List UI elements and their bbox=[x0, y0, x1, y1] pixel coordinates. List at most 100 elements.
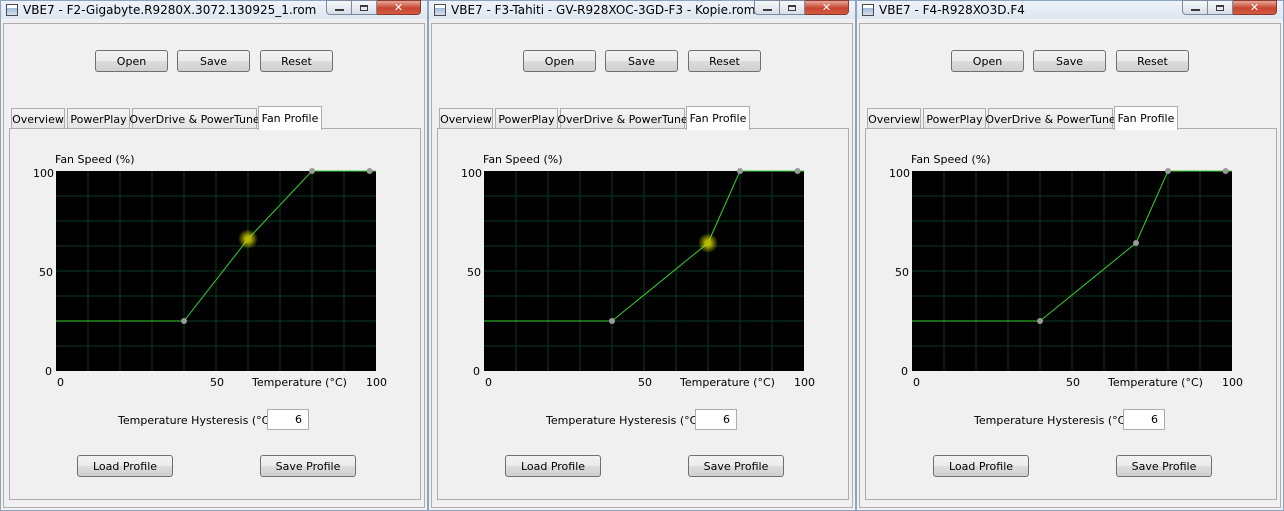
save-button[interactable]: Save bbox=[1033, 50, 1106, 72]
tab-overview[interactable]: Overview bbox=[439, 108, 493, 129]
selected-point-handle[interactable] bbox=[705, 240, 711, 246]
reset-button[interactable]: Reset bbox=[688, 50, 761, 72]
title-bar[interactable]: VBE7 - F3-Tahiti - GV-R928XOC-3GD-F3 - K… bbox=[429, 0, 855, 19]
title-bar[interactable]: VBE7 - F2-Gigabyte.R9280X.3072.130925_1.… bbox=[1, 0, 427, 19]
y-tick-label: 50 bbox=[895, 266, 909, 279]
curve-point-handle[interactable] bbox=[1165, 168, 1171, 174]
maximize-icon bbox=[788, 4, 796, 11]
caption-buttons: ✕ bbox=[1182, 0, 1277, 16]
close-icon: ✕ bbox=[1249, 1, 1260, 14]
x-tick-label: 50 bbox=[210, 376, 224, 389]
curve-point-handle[interactable] bbox=[737, 168, 743, 174]
load-profile-button[interactable]: Load Profile bbox=[933, 455, 1029, 477]
hysteresis-input[interactable] bbox=[267, 409, 309, 430]
save-profile-button[interactable]: Save Profile bbox=[688, 455, 784, 477]
minimize-icon bbox=[1190, 8, 1200, 11]
y-tick-label: 100 bbox=[889, 167, 910, 180]
title-bar[interactable]: VBE7 - F4-R928XO3D.F4 ✕ bbox=[857, 0, 1283, 19]
curve-point-handle[interactable] bbox=[1133, 240, 1139, 246]
x-tick-label: 100 bbox=[366, 376, 387, 389]
minimize-icon bbox=[334, 8, 344, 11]
curve-point-handle[interactable] bbox=[181, 318, 187, 324]
hysteresis-label: Temperature Hysteresis (°C) bbox=[118, 414, 274, 427]
save-profile-button[interactable]: Save Profile bbox=[260, 455, 356, 477]
reset-button[interactable]: Reset bbox=[260, 50, 333, 72]
x-tick-label: 50 bbox=[1066, 376, 1080, 389]
caption-buttons: ✕ bbox=[326, 0, 421, 16]
maximize-icon bbox=[360, 4, 368, 11]
hysteresis-label: Temperature Hysteresis (°C) bbox=[974, 414, 1130, 427]
maximize-button[interactable] bbox=[352, 0, 377, 15]
fan-curve-chart[interactable] bbox=[484, 168, 804, 371]
vbe7-window-1: VBE7 - F2-Gigabyte.R9280X.3072.130925_1.… bbox=[0, 0, 428, 511]
x-tick-label: 0 bbox=[57, 376, 64, 389]
reset-button[interactable]: Reset bbox=[1116, 50, 1189, 72]
close-button[interactable]: ✕ bbox=[377, 0, 421, 15]
tab-fan-profile[interactable]: Fan Profile bbox=[1114, 106, 1178, 130]
x-tick-label: 0 bbox=[913, 376, 920, 389]
close-icon: ✕ bbox=[821, 1, 832, 14]
x-axis-label: Temperature (°C) bbox=[1108, 376, 1203, 389]
close-button[interactable]: ✕ bbox=[805, 0, 849, 15]
minimize-icon bbox=[762, 8, 772, 11]
curve-point-handle[interactable] bbox=[1222, 168, 1229, 174]
window-title: VBE7 - F2-Gigabyte.R9280X.3072.130925_1.… bbox=[23, 3, 317, 17]
x-tick-label: 100 bbox=[1222, 376, 1243, 389]
save-button[interactable]: Save bbox=[605, 50, 678, 72]
selected-point-handle[interactable] bbox=[245, 236, 251, 242]
tab-overdrive-powertune[interactable]: OverDrive & PowerTune bbox=[985, 108, 1116, 129]
tab-overdrive-powertune[interactable]: OverDrive & PowerTune bbox=[557, 108, 688, 129]
curve-point-handle[interactable] bbox=[366, 168, 373, 174]
save-button[interactable]: Save bbox=[177, 50, 250, 72]
save-profile-button[interactable]: Save Profile bbox=[1116, 455, 1212, 477]
tab-fan-profile[interactable]: Fan Profile bbox=[258, 106, 322, 130]
app-icon bbox=[6, 4, 18, 16]
open-button[interactable]: Open bbox=[523, 50, 596, 72]
minimize-button[interactable] bbox=[754, 0, 780, 15]
y-axis-label: Fan Speed (%) bbox=[911, 153, 991, 166]
minimize-button[interactable] bbox=[1182, 0, 1208, 15]
app-icon bbox=[434, 4, 446, 16]
maximize-icon bbox=[1216, 4, 1224, 11]
open-button[interactable]: Open bbox=[951, 50, 1024, 72]
y-tick-label: 50 bbox=[39, 266, 53, 279]
x-axis-label: Temperature (°C) bbox=[252, 376, 347, 389]
vbe7-window-2: VBE7 - F3-Tahiti - GV-R928XOC-3GD-F3 - K… bbox=[428, 0, 856, 511]
minimize-button[interactable] bbox=[326, 0, 352, 15]
x-tick-label: 100 bbox=[794, 376, 815, 389]
caption-buttons: ✕ bbox=[754, 0, 849, 16]
y-axis-label: Fan Speed (%) bbox=[483, 153, 563, 166]
tab-powerplay[interactable]: PowerPlay bbox=[495, 108, 558, 129]
load-profile-button[interactable]: Load Profile bbox=[77, 455, 173, 477]
hysteresis-label: Temperature Hysteresis (°C) bbox=[546, 414, 702, 427]
y-tick-label: 0 bbox=[901, 365, 908, 378]
tab-overview[interactable]: Overview bbox=[11, 108, 65, 129]
hysteresis-input[interactable] bbox=[1123, 409, 1165, 430]
curve-point-handle[interactable] bbox=[794, 168, 801, 174]
window-title: VBE7 - F3-Tahiti - GV-R928XOC-3GD-F3 - K… bbox=[451, 3, 756, 17]
tab-overdrive-powertune[interactable]: OverDrive & PowerTune bbox=[129, 108, 260, 129]
tab-powerplay[interactable]: PowerPlay bbox=[923, 108, 986, 129]
app-icon bbox=[862, 4, 874, 16]
close-icon: ✕ bbox=[393, 1, 404, 14]
tab-overview[interactable]: Overview bbox=[867, 108, 921, 129]
fan-curve-chart[interactable] bbox=[56, 168, 376, 371]
hysteresis-input[interactable] bbox=[695, 409, 737, 430]
y-tick-label: 50 bbox=[467, 266, 481, 279]
maximize-button[interactable] bbox=[780, 0, 805, 15]
open-button[interactable]: Open bbox=[95, 50, 168, 72]
curve-point-handle[interactable] bbox=[609, 318, 615, 324]
curve-point-handle[interactable] bbox=[309, 168, 315, 174]
maximize-button[interactable] bbox=[1208, 0, 1233, 15]
tab-fan-profile[interactable]: Fan Profile bbox=[686, 106, 750, 130]
curve-point-handle[interactable] bbox=[1037, 318, 1043, 324]
x-axis-label: Temperature (°C) bbox=[680, 376, 775, 389]
load-profile-button[interactable]: Load Profile bbox=[505, 455, 601, 477]
tab-powerplay[interactable]: PowerPlay bbox=[67, 108, 130, 129]
x-tick-label: 50 bbox=[638, 376, 652, 389]
y-tick-label: 100 bbox=[33, 167, 54, 180]
fan-curve-chart[interactable] bbox=[912, 168, 1232, 371]
close-button[interactable]: ✕ bbox=[1233, 0, 1277, 15]
window-title: VBE7 - F4-R928XO3D.F4 bbox=[879, 3, 1025, 17]
y-tick-label: 0 bbox=[45, 365, 52, 378]
